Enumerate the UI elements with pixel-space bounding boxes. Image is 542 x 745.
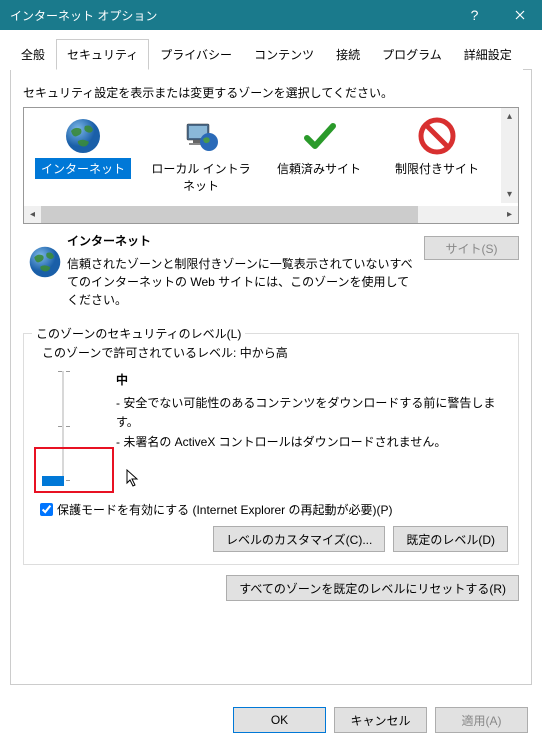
zone-scrollbar-horizontal[interactable]: ◂ ▸: [24, 206, 518, 223]
level-group-label: このゾーンのセキュリティのレベル(L): [32, 325, 245, 342]
zone-name: ローカル イントラネット: [142, 158, 260, 196]
security-level-slider[interactable]: [48, 371, 76, 481]
zone-name: 信頼済みサイト: [271, 158, 367, 179]
scroll-right-icon: ▸: [501, 206, 518, 223]
zone-detail-desc: 信頼されたゾーンと制限付きゾーンに一覧表示されていないすべてのインターネットの …: [67, 255, 414, 309]
close-icon: [515, 10, 525, 20]
zone-item-restricted[interactable]: 制限付きサイト: [378, 108, 496, 203]
zone-name: インターネット: [35, 158, 131, 179]
help-button[interactable]: ?: [452, 0, 497, 30]
cursor-icon: [126, 469, 142, 489]
zone-detail: インターネット 信頼されたゾーンと制限付きゾーンに一覧表示されていないすべてのイ…: [23, 232, 519, 309]
zone-detail-title: インターネット: [67, 232, 414, 249]
checkmark-icon: [260, 114, 378, 158]
globe-icon: [23, 232, 67, 309]
scroll-left-icon: ◂: [24, 206, 41, 223]
tab-general[interactable]: 全般: [10, 39, 56, 70]
slider-thumb[interactable]: [42, 476, 64, 486]
reset-all-zones-button[interactable]: すべてのゾーンを既定のレベルにリセットする(R): [226, 575, 519, 601]
close-button[interactable]: [497, 0, 542, 30]
default-level-button[interactable]: 既定のレベル(D): [393, 526, 508, 552]
tab-programs[interactable]: プログラム: [371, 39, 453, 70]
tab-privacy[interactable]: プライバシー: [149, 39, 243, 70]
titlebar: インターネット オプション ?: [0, 0, 542, 30]
zone-list: インターネット ローカル イントラネット: [23, 107, 519, 224]
tab-content[interactable]: コンテンツ: [243, 39, 325, 70]
zone-item-internet[interactable]: インターネット: [24, 108, 142, 203]
level-desc-2: - 未署名の ActiveX コントロールはダウンロードされません。: [116, 433, 508, 452]
level-desc-1: - 安全でない可能性のあるコンテンツをダウンロードする前に警告します。: [116, 394, 508, 432]
sites-button: サイト(S): [424, 236, 519, 260]
zone-item-trusted[interactable]: 信頼済みサイト: [260, 108, 378, 203]
tab-security[interactable]: セキュリティ: [56, 39, 149, 70]
zone-item-intranet[interactable]: ローカル イントラネット: [142, 108, 260, 203]
scroll-down-icon: ▾: [501, 186, 518, 203]
tab-advanced[interactable]: 詳細設定: [453, 39, 523, 70]
zone-select-label: セキュリティ設定を表示または変更するゾーンを選択してください。: [23, 84, 519, 101]
annotation-highlight: [34, 447, 114, 493]
customize-level-button[interactable]: レベルのカスタマイズ(C)...: [213, 526, 385, 552]
prohibit-icon: [378, 114, 496, 158]
apply-button: 適用(A): [435, 707, 528, 733]
allowed-level-label: このゾーンで許可されているレベル: 中から高: [42, 344, 508, 361]
protected-mode-label[interactable]: 保護モードを有効にする (Internet Explorer の再起動が必要)(…: [57, 501, 393, 518]
tab-connections[interactable]: 接続: [325, 39, 371, 70]
zone-name: 制限付きサイト: [389, 158, 485, 179]
monitor-globe-icon: [142, 114, 260, 158]
scroll-thumb[interactable]: [41, 206, 418, 223]
globe-icon: [24, 114, 142, 158]
cancel-button[interactable]: キャンセル: [334, 707, 427, 733]
tab-panel-security: セキュリティ設定を表示または変更するゾーンを選択してください。 インターネット: [10, 70, 532, 685]
scroll-up-icon: ▴: [501, 108, 518, 125]
tab-strip: 全般 セキュリティ プライバシー コンテンツ 接続 プログラム 詳細設定: [10, 38, 532, 70]
level-name: 中: [116, 371, 508, 390]
ok-button[interactable]: OK: [233, 707, 326, 733]
dialog-buttons: OK キャンセル 適用(A): [0, 695, 542, 745]
window-title: インターネット オプション: [10, 7, 452, 24]
security-level-group: このゾーンのセキュリティのレベル(L) このゾーンで許可されているレベル: 中か…: [23, 333, 519, 565]
protected-mode-checkbox[interactable]: [40, 503, 53, 516]
zone-scrollbar-vertical[interactable]: ▴ ▾: [501, 108, 518, 203]
